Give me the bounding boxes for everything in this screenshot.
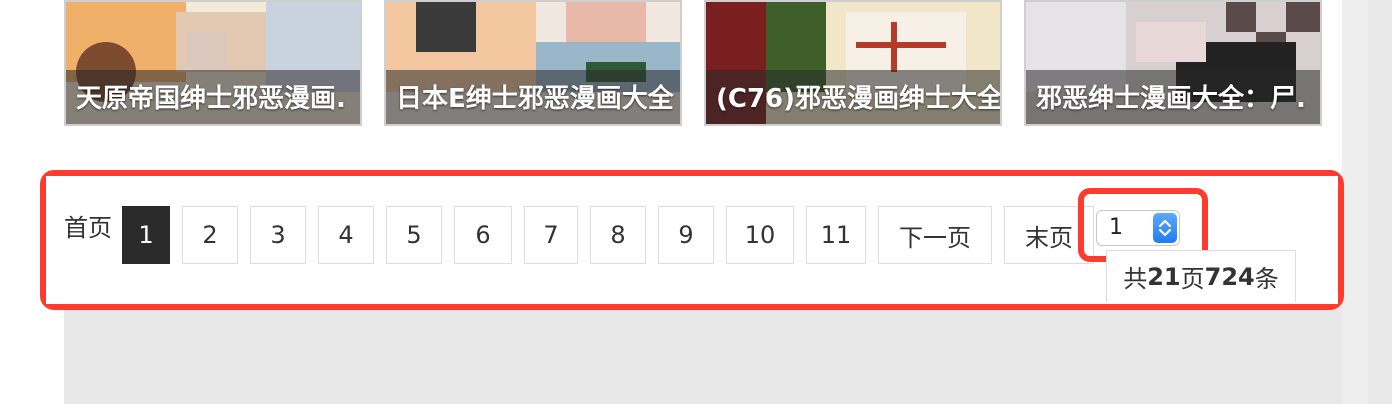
thumbnail-title[interactable]: 日本E绅士邪恶漫画大全 — [396, 84, 680, 114]
total-pages-unit: 页 — [1180, 265, 1205, 293]
thumbnail-card-2[interactable]: 日本E绅士邪恶漫画大全 — [384, 0, 682, 126]
first-page-link[interactable]: 首页 — [64, 208, 112, 243]
page-link-7[interactable]: 7 — [524, 206, 578, 264]
page-link-6[interactable]: 6 — [454, 206, 512, 264]
thumbnail-card-3[interactable]: (C76)邪恶漫画绅士大全 — [704, 0, 1002, 126]
thumbnail-title[interactable]: 天原帝国绅士邪恶漫画. — [76, 84, 360, 114]
total-pages: 21 — [1147, 262, 1181, 291]
page-link-8[interactable]: 8 — [590, 206, 646, 264]
scrollbar-track[interactable] — [1368, 0, 1392, 404]
page-link-10[interactable]: 10 — [726, 206, 794, 264]
page-link-3[interactable]: 3 — [250, 206, 306, 264]
total-prefix: 共 — [1123, 265, 1148, 293]
page-link-5[interactable]: 5 — [386, 206, 442, 264]
page: 天原帝国绅士邪恶漫画. 日本E绅士邪恶漫画大全 (C76)邪恶漫画绅士大全 邪恶… — [0, 0, 1392, 404]
thumbnail-title[interactable]: (C76)邪恶漫画绅士大全 — [716, 84, 1000, 114]
content-background — [64, 300, 1342, 404]
page-link-9[interactable]: 9 — [658, 206, 714, 264]
thumbnail-card-4[interactable]: 邪恶绅士漫画大全：尸. — [1024, 0, 1322, 126]
total-items-unit: 条 — [1254, 265, 1279, 293]
thumbnail-card-1[interactable]: 天原帝国绅士邪恶漫画. — [64, 0, 362, 126]
page-link-11[interactable]: 11 — [806, 206, 866, 264]
total-items: 724 — [1204, 262, 1255, 291]
page-link-1[interactable]: 1 — [122, 206, 170, 264]
thumbnail-title[interactable]: 邪恶绅士漫画大全：尸. — [1036, 84, 1320, 114]
next-page-link[interactable]: 下一页 — [878, 206, 992, 264]
page-link-2[interactable]: 2 — [182, 206, 238, 264]
page-link-4[interactable]: 4 — [318, 206, 374, 264]
total-count-label: 共 21 页 724 条 — [1106, 250, 1296, 302]
right-margin — [1342, 0, 1368, 404]
